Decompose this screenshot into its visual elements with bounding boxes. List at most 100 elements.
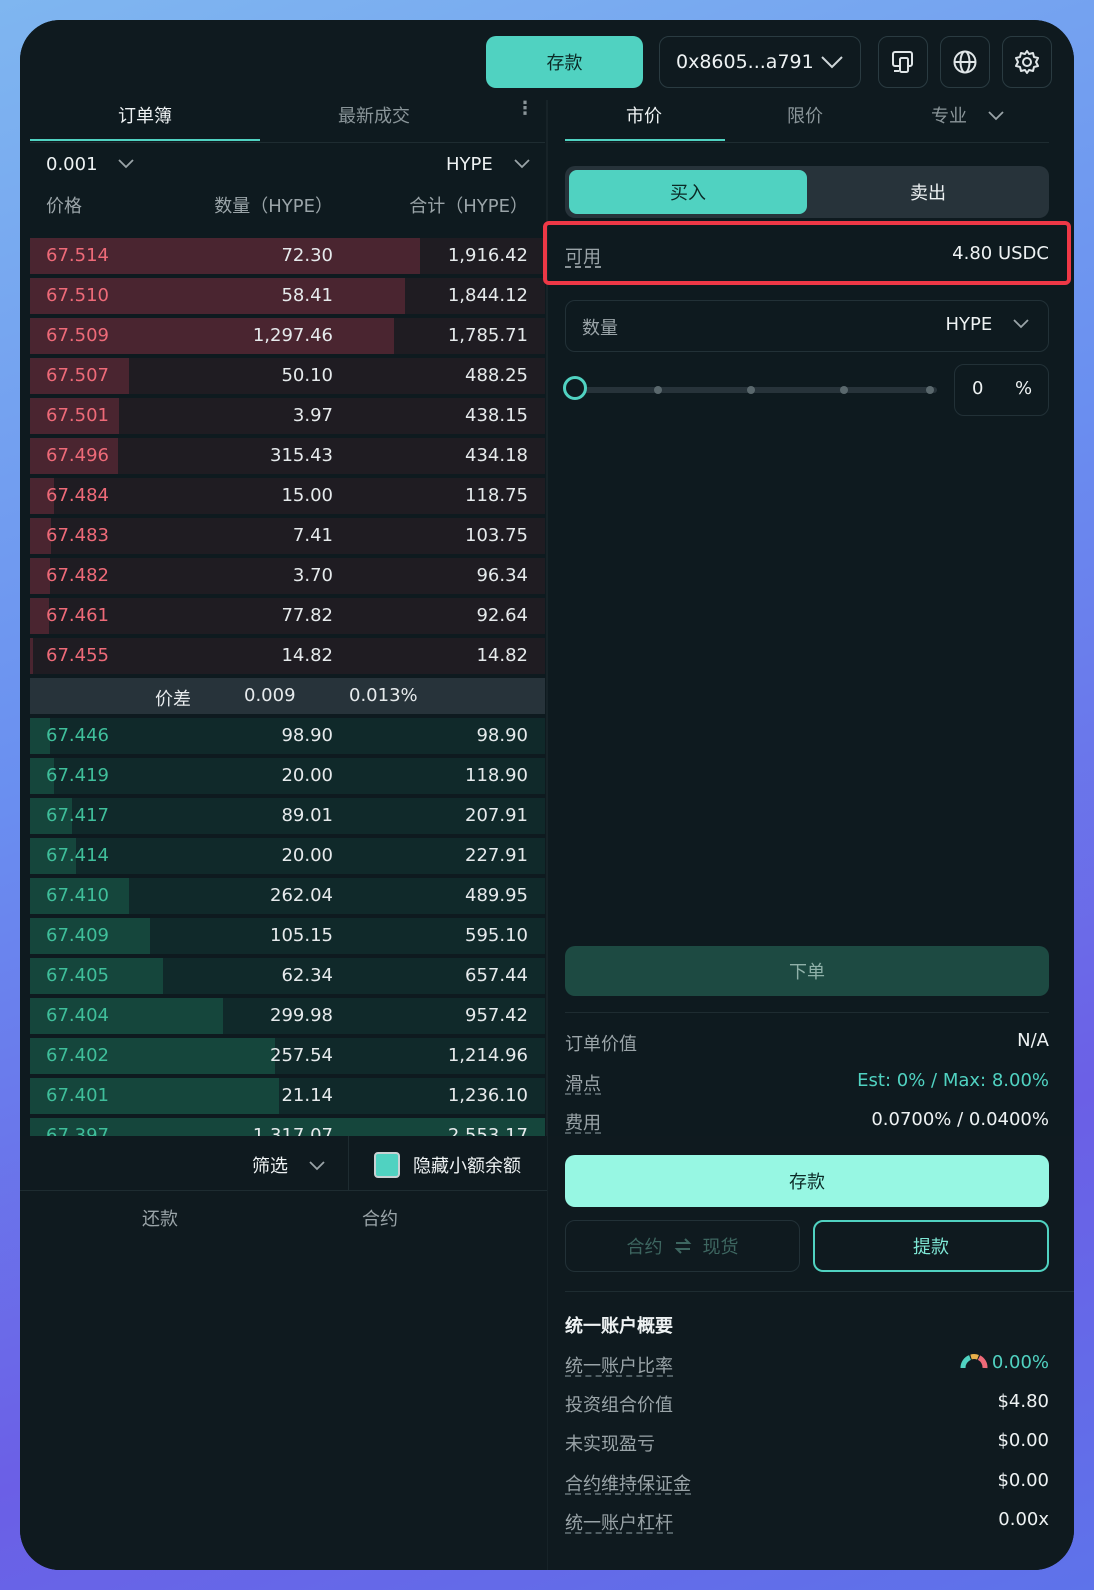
maintenance-margin-label[interactable]: 合约维持保证金	[565, 1470, 691, 1496]
slippage-value[interactable]: Est: 0% / Max: 8.00%	[857, 1070, 1049, 1091]
available-label: 可用	[565, 247, 601, 268]
active-tab-indicator	[565, 139, 725, 141]
gauge-icon	[960, 1354, 988, 1369]
ask-total: 1,844.12	[447, 285, 528, 306]
ask-qty: 50.10	[281, 365, 333, 386]
bid-qty: 62.34	[281, 965, 333, 986]
tab-pro[interactable]: 专业	[931, 102, 1005, 128]
slippage-label[interactable]: 滑点	[565, 1070, 601, 1096]
unrealized-pnl-label: 未实现盈亏	[565, 1434, 655, 1455]
bid-row[interactable]: 67.402 257.54 1,214.96	[30, 1038, 545, 1074]
spread-label: 价差	[155, 689, 191, 710]
swap-icon	[674, 1238, 691, 1254]
tick-size-select[interactable]: 0.001	[46, 154, 135, 175]
ask-row[interactable]: 67.455 14.82 14.82	[30, 638, 545, 674]
transfer-button[interactable]: 合约 现货	[565, 1220, 800, 1272]
ask-qty: 315.43	[270, 445, 333, 466]
bid-qty: 262.04	[270, 885, 333, 906]
bid-total: 118.90	[465, 765, 528, 786]
hide-small-label: 隐藏小额余额	[413, 1156, 521, 1177]
wallet-address: 0x8605...a791	[676, 51, 814, 73]
col-repay: 还款	[142, 1209, 178, 1230]
bid-qty: 257.54	[270, 1045, 333, 1066]
quantity-label: 数量	[582, 318, 618, 339]
ask-row[interactable]: 67.510 58.41 1,844.12	[30, 278, 545, 314]
ask-qty: 3.70	[292, 565, 333, 586]
ask-qty: 7.41	[292, 525, 333, 546]
ask-price: 67.501	[46, 405, 109, 426]
filter-divider	[348, 1136, 349, 1190]
slider-handle[interactable]	[563, 376, 587, 400]
hide-small-checkbox[interactable]	[374, 1152, 400, 1178]
unit-select[interactable]: HYPE	[446, 154, 531, 175]
ask-row[interactable]: 67.514 72.30 1,916.42	[30, 238, 545, 274]
quantity-unit-select[interactable]: HYPE	[946, 314, 1031, 335]
ask-row[interactable]: 67.483 7.41 103.75	[30, 518, 545, 554]
buy-button[interactable]: 买入	[569, 170, 807, 214]
tab-limit[interactable]: 限价	[787, 102, 823, 128]
fee-label[interactable]: 费用	[565, 1109, 601, 1135]
summary-title: 统一账户概要	[565, 1316, 673, 1337]
device-button[interactable]	[878, 36, 928, 88]
account-divider	[565, 1291, 1074, 1292]
ask-total: 1,916.42	[447, 245, 528, 266]
ask-row[interactable]: 67.461 77.82 92.64	[30, 598, 545, 634]
ask-total: 118.75	[465, 485, 528, 506]
transfer-from: 合约	[626, 1237, 663, 1258]
ask-row[interactable]: 67.484 15.00 118.75	[30, 478, 545, 514]
deposit-button-top[interactable]: 存款	[486, 36, 643, 88]
gear-icon	[1015, 50, 1039, 74]
tab-market[interactable]: 市价	[626, 102, 662, 128]
chevron-down-icon	[118, 159, 134, 169]
account-ratio-row: 统一账户比率 0.00%	[565, 1352, 1049, 1380]
settings-button[interactable]	[1002, 36, 1052, 88]
withdraw-button[interactable]: 提款	[813, 1220, 1049, 1272]
bid-qty: 20.00	[281, 845, 333, 866]
bid-price: 67.410	[46, 885, 109, 906]
ask-row[interactable]: 67.507 50.10 488.25	[30, 358, 545, 394]
order-value-row: 订单价值 N/A	[565, 1030, 1049, 1058]
ask-qty: 14.82	[281, 645, 333, 666]
account-leverage-label[interactable]: 统一账户杠杆	[565, 1509, 673, 1535]
ask-row[interactable]: 67.509 1,297.46 1,785.71	[30, 318, 545, 354]
bid-qty: 105.15	[270, 925, 333, 946]
bid-price: 67.446	[46, 725, 109, 746]
col-total: 合计（HYPE）	[409, 196, 528, 217]
bid-total: 489.95	[465, 885, 528, 906]
size-slider[interactable]	[577, 387, 937, 393]
filter-select[interactable]: 筛选	[252, 1152, 326, 1178]
tab-orderbook[interactable]: 订单簿	[118, 102, 172, 128]
sell-button[interactable]: 卖出	[811, 170, 1045, 214]
ask-price: 67.514	[46, 245, 109, 266]
slider-tick	[654, 386, 662, 394]
tab-pro-label: 专业	[931, 106, 967, 127]
bid-row[interactable]: 67.414 20.00 227.91	[30, 838, 545, 874]
bid-row[interactable]: 67.405 62.34 657.44	[30, 958, 545, 994]
bid-qty: 21.14	[281, 1085, 333, 1106]
place-order-button[interactable]: 下单	[565, 946, 1049, 996]
ask-total: 14.82	[476, 645, 528, 666]
bid-row[interactable]: 67.419 20.00 118.90	[30, 758, 545, 794]
ask-price: 67.509	[46, 325, 109, 346]
language-button[interactable]	[940, 36, 990, 88]
bid-row[interactable]: 67.409 105.15 595.10	[30, 918, 545, 954]
deposit-button[interactable]: 存款	[565, 1155, 1049, 1207]
bid-row[interactable]: 67.410 262.04 489.95	[30, 878, 545, 914]
percent-input[interactable]: 0 %	[954, 364, 1049, 416]
bid-row[interactable]: 67.404 299.98 957.42	[30, 998, 545, 1034]
ask-row[interactable]: 67.482 3.70 96.34	[30, 558, 545, 594]
tab-recent-trades[interactable]: 最新成交	[338, 102, 410, 128]
ask-row[interactable]: 67.496 315.43 434.18	[30, 438, 545, 474]
balances-panel: 筛选 隐藏小额余额 还款 合约	[20, 1136, 547, 1570]
quantity-input[interactable]: 数量 HYPE	[565, 300, 1049, 352]
bid-qty: 89.01	[281, 805, 333, 826]
orderbook-panel: 订单簿 最新成交 ⋮ 0.001 HYPE 价格 数量（HYPE） 合计（HYP…	[30, 90, 545, 1154]
wallet-selector[interactable]: 0x8605...a791	[659, 36, 861, 88]
account-ratio-label[interactable]: 统一账户比率	[565, 1352, 673, 1378]
bid-row[interactable]: 67.401 21.14 1,236.10	[30, 1078, 545, 1114]
more-icon[interactable]: ⋮	[516, 98, 534, 119]
ask-row[interactable]: 67.501 3.97 438.15	[30, 398, 545, 434]
spread-percent: 0.013%	[349, 685, 418, 706]
bid-row[interactable]: 67.417 89.01 207.91	[30, 798, 545, 834]
bid-row[interactable]: 67.446 98.90 98.90	[30, 718, 545, 754]
